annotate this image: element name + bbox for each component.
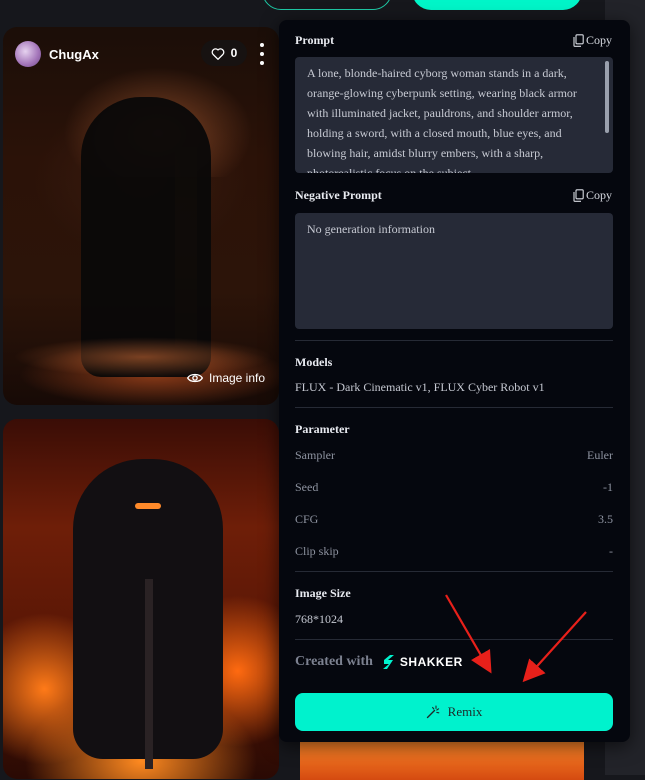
image-info-button[interactable]: Image info xyxy=(187,371,265,385)
prompt-text-box[interactable]: A lone, blonde-haired cyborg woman stand… xyxy=(295,57,613,173)
param-label: Seed xyxy=(295,480,318,495)
image-sword xyxy=(145,579,153,769)
param-row-sampler: Sampler Euler xyxy=(295,448,613,463)
shakker-logo-icon xyxy=(381,654,397,670)
negative-prompt-copy-button[interactable]: Copy xyxy=(573,188,612,203)
image-size-title: Image Size xyxy=(295,586,351,601)
prompt-copy-label: Copy xyxy=(586,33,612,48)
image-size-value: 768*1024 xyxy=(295,612,343,627)
param-value: 3.5 xyxy=(598,512,613,527)
divider xyxy=(295,340,613,341)
prompt-title: Prompt xyxy=(295,33,334,48)
negative-prompt-text-box[interactable]: No generation information xyxy=(295,213,613,329)
divider xyxy=(295,639,613,640)
param-row-cfg: CFG 3.5 xyxy=(295,512,613,527)
param-label: CFG xyxy=(295,512,318,527)
author[interactable]: ChugAx xyxy=(15,41,99,67)
divider xyxy=(295,571,613,572)
like-button[interactable]: 0 xyxy=(201,40,247,66)
eye-icon xyxy=(187,372,203,384)
prompt-scrollbar[interactable] xyxy=(605,61,609,133)
param-value: Euler xyxy=(587,448,613,463)
parameter-title: Parameter xyxy=(295,422,350,437)
heart-icon xyxy=(211,47,225,60)
param-row-seed: Seed -1 xyxy=(295,480,613,495)
negative-prompt-title: Negative Prompt xyxy=(295,188,382,203)
image-info-label: Image info xyxy=(209,371,265,385)
shakker-logo-text: SHAKKER xyxy=(400,655,463,669)
models-title: Models xyxy=(295,355,332,370)
divider xyxy=(295,407,613,408)
like-count: 0 xyxy=(231,46,238,60)
param-row-clip-skip: Clip skip - xyxy=(295,544,613,559)
image-card[interactable] xyxy=(3,419,279,779)
param-value: - xyxy=(609,544,613,559)
created-with-label: Created with xyxy=(295,654,373,670)
param-value: -1 xyxy=(603,480,613,495)
image-card[interactable] xyxy=(300,740,584,780)
image-figure xyxy=(81,97,211,377)
negative-prompt-copy-label: Copy xyxy=(586,188,612,203)
image-info-panel: Prompt Copy A lone, blonde-haired cyborg… xyxy=(279,20,630,742)
shakker-logo[interactable]: SHAKKER xyxy=(381,654,463,670)
magic-wand-icon xyxy=(426,705,440,719)
image-card[interactable]: ChugAx 0 Image info xyxy=(3,27,279,405)
remix-label: Remix xyxy=(448,704,483,720)
created-with: Created with SHAKKER xyxy=(295,654,463,670)
param-label: Clip skip xyxy=(295,544,339,559)
copy-icon xyxy=(573,34,584,47)
param-label: Sampler xyxy=(295,448,335,463)
avatar[interactable] xyxy=(15,41,41,67)
image-knight-eyes xyxy=(135,503,161,509)
remix-button[interactable]: Remix xyxy=(295,693,613,731)
top-outline-button[interactable] xyxy=(262,0,392,10)
negative-prompt-text: No generation information xyxy=(307,222,435,236)
author-name[interactable]: ChugAx xyxy=(49,47,99,62)
models-value: FLUX - Dark Cinematic v1, FLUX Cyber Rob… xyxy=(295,380,545,395)
top-primary-button[interactable] xyxy=(412,0,582,10)
prompt-text: A lone, blonde-haired cyborg woman stand… xyxy=(307,66,577,173)
more-options-icon[interactable] xyxy=(255,43,269,65)
prompt-copy-button[interactable]: Copy xyxy=(573,33,612,48)
copy-icon xyxy=(573,189,584,202)
